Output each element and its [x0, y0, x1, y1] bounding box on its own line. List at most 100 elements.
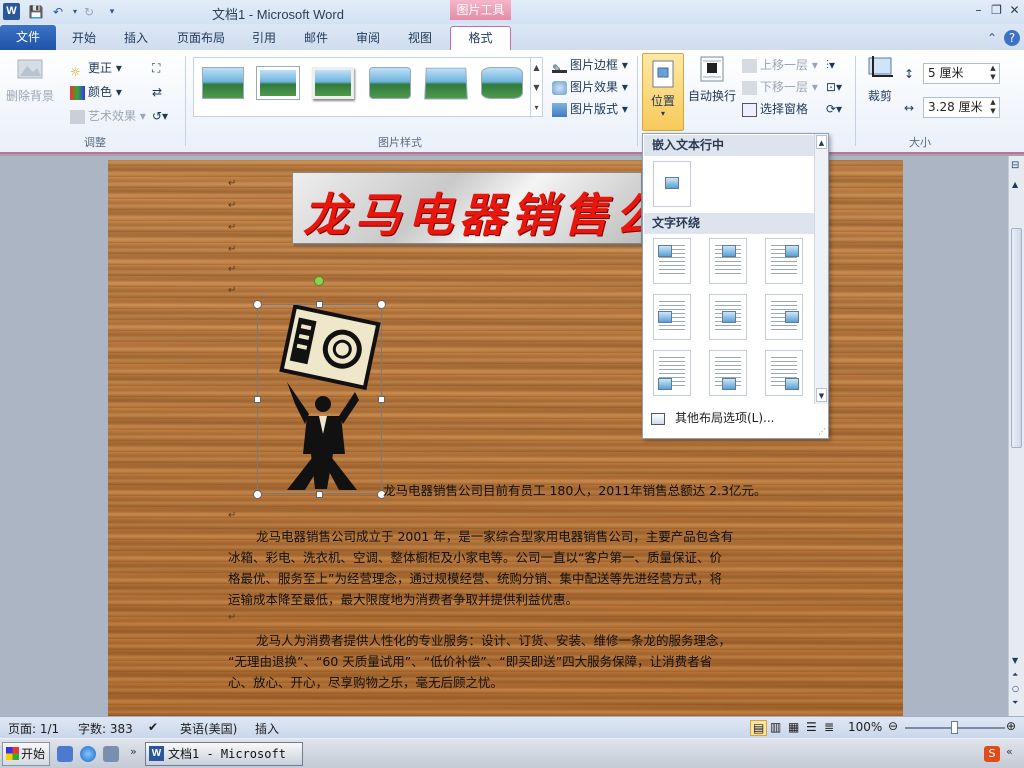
page-count[interactable]: 页面: 1/1: [8, 720, 59, 737]
width-spinner-icon[interactable]: ▲ ▼: [988, 98, 998, 116]
outline-view-icon[interactable]: ☰: [806, 720, 817, 734]
wrap-middle-right-option[interactable]: [765, 294, 803, 340]
crop-button[interactable]: 裁剪: [862, 54, 898, 104]
width-input[interactable]: 3.28 厘米 ▲ ▼: [923, 97, 1000, 118]
scroll-down-icon[interactable]: ▼: [1012, 656, 1018, 665]
word-app-icon[interactable]: W: [3, 3, 20, 20]
language-indicator[interactable]: 英语(美国): [180, 720, 237, 737]
help-icon[interactable]: ?: [1004, 30, 1020, 46]
tab-page-layout[interactable]: 页面布局: [170, 28, 232, 50]
tab-format[interactable]: 格式: [450, 26, 511, 50]
color-button[interactable]: 颜色 ▾: [70, 82, 122, 102]
tab-references[interactable]: 引用: [244, 28, 284, 50]
corrections-button[interactable]: ☼ 更正 ▾: [70, 58, 122, 79]
tab-file[interactable]: 文件: [0, 25, 56, 50]
tab-home[interactable]: 开始: [64, 28, 104, 50]
web-layout-icon[interactable]: ▦: [788, 720, 799, 734]
height-spinner-icon[interactable]: ▲ ▼: [988, 64, 998, 82]
wrap-top-left-option[interactable]: [653, 238, 691, 284]
start-button[interactable]: 开始: [2, 742, 50, 766]
inline-with-text-option[interactable]: [653, 161, 691, 207]
more-quick-launch-icon[interactable]: »: [130, 745, 137, 758]
group-icon[interactable]: ⊡▾: [826, 77, 848, 97]
minimize-icon[interactable]: –: [970, 2, 987, 19]
scroll-up-icon[interactable]: ▲: [816, 135, 827, 149]
zoom-slider-thumb[interactable]: [951, 721, 958, 734]
wrap-top-right-option[interactable]: [765, 238, 803, 284]
tab-review[interactable]: 审阅: [348, 28, 388, 50]
wordart-banner[interactable]: 龙马电器销售公: [292, 172, 642, 244]
picture-layout-button[interactable]: 图片版式 ▾: [552, 99, 628, 119]
picture-border-button[interactable]: ✎ 图片边框 ▾: [552, 55, 628, 76]
rotate-icon[interactable]: ⟳▾: [826, 99, 848, 119]
resize-handle-bottom[interactable]: [316, 491, 323, 498]
tray-expand-icon[interactable]: «: [1006, 745, 1013, 758]
align-icon[interactable]: ⫶▾: [826, 55, 848, 75]
draft-view-icon[interactable]: ≣: [824, 720, 834, 734]
wrap-bottom-right-option[interactable]: [765, 350, 803, 396]
ruler-toggle-icon[interactable]: ⊟: [1011, 160, 1019, 171]
send-backward-button[interactable]: 下移一层 ▾: [742, 77, 818, 97]
bring-forward-button[interactable]: 上移一层 ▾: [742, 55, 818, 75]
browse-object-icon[interactable]: ○: [1012, 684, 1019, 693]
style-thumb-4[interactable]: [369, 67, 411, 99]
resize-handle-right[interactable]: [378, 396, 385, 403]
resize-handle-top-left[interactable]: [253, 300, 262, 309]
redo-icon[interactable]: ↻: [80, 3, 98, 21]
resize-handle-top-right[interactable]: [377, 300, 386, 309]
scroll-up-icon[interactable]: ▲: [1012, 180, 1018, 189]
remove-background-button[interactable]: 删除背景: [4, 54, 56, 104]
resize-handle-bottom-left[interactable]: [253, 490, 262, 499]
resize-handle-top[interactable]: [316, 301, 323, 308]
gallery-down-icon[interactable]: ▼: [530, 78, 542, 98]
scroll-down-icon[interactable]: ▼: [816, 388, 827, 402]
full-screen-reading-icon[interactable]: ▥: [770, 720, 781, 734]
artistic-effects-button[interactable]: 艺术效果 ▾: [70, 106, 146, 126]
tab-insert[interactable]: 插入: [116, 28, 156, 50]
picture-effects-button[interactable]: 图片效果 ▾: [552, 77, 628, 97]
gallery-more-icon[interactable]: ▾: [530, 98, 542, 118]
style-thumb-5[interactable]: [424, 67, 468, 100]
next-page-icon[interactable]: ⏷: [1012, 698, 1018, 708]
more-layout-options-item[interactable]: 其他布局选项(L)...: [644, 406, 827, 430]
rotation-handle[interactable]: [314, 276, 324, 286]
wrap-top-center-option[interactable]: [709, 238, 747, 284]
style-thumb-2[interactable]: [257, 67, 299, 99]
show-desktop-icon[interactable]: [57, 746, 73, 762]
save-icon[interactable]: 💾: [27, 3, 45, 21]
zoom-in-icon[interactable]: ⊕: [1006, 719, 1016, 733]
restore-icon[interactable]: ❐: [988, 2, 1005, 19]
input-method-icon[interactable]: S: [984, 746, 1000, 762]
insert-mode-indicator[interactable]: 插入: [255, 720, 279, 737]
close-icon[interactable]: ✕: [1006, 2, 1023, 19]
wrap-middle-left-option[interactable]: [653, 294, 691, 340]
customize-qat-icon[interactable]: ▾: [103, 3, 121, 21]
wrap-text-button[interactable]: 自动换行: [688, 54, 736, 104]
previous-page-icon[interactable]: ⏶: [1012, 670, 1018, 680]
wrap-bottom-left-option[interactable]: [653, 350, 691, 396]
selection-pane-button[interactable]: 选择窗格: [742, 99, 808, 119]
resize-grip-icon[interactable]: ⋰: [818, 427, 826, 436]
internet-explorer-icon[interactable]: [80, 746, 96, 762]
gallery-up-icon[interactable]: ▲: [530, 58, 542, 78]
proofing-icon[interactable]: ✔: [148, 720, 158, 734]
style-thumb-6[interactable]: [481, 67, 523, 99]
dropdown-scrollbar[interactable]: ▲ ▼: [814, 134, 828, 404]
compress-pictures-icon[interactable]: ⛶: [152, 58, 170, 78]
tab-mailings[interactable]: 邮件: [296, 28, 336, 50]
undo-icon[interactable]: ↶: [49, 3, 67, 21]
reset-picture-icon[interactable]: ↺▾: [152, 106, 176, 126]
wrap-bottom-center-option[interactable]: [709, 350, 747, 396]
change-picture-icon[interactable]: ⇄: [152, 82, 170, 102]
wrap-middle-center-option[interactable]: [709, 294, 747, 340]
position-button[interactable]: 位置 ▾: [642, 53, 684, 131]
scroll-thumb[interactable]: [1011, 228, 1022, 448]
word-count[interactable]: 字数: 383: [78, 720, 133, 737]
taskbar-word-task[interactable]: W文档1 - Microsoft Word: [145, 742, 303, 766]
zoom-out-icon[interactable]: ⊖: [888, 719, 898, 733]
tab-view[interactable]: 视图: [400, 28, 440, 50]
resize-handle-left[interactable]: [254, 396, 261, 403]
style-thumb-1[interactable]: [202, 67, 244, 99]
zoom-level[interactable]: 100%: [848, 720, 882, 734]
quick-launch-icon[interactable]: [103, 746, 119, 762]
